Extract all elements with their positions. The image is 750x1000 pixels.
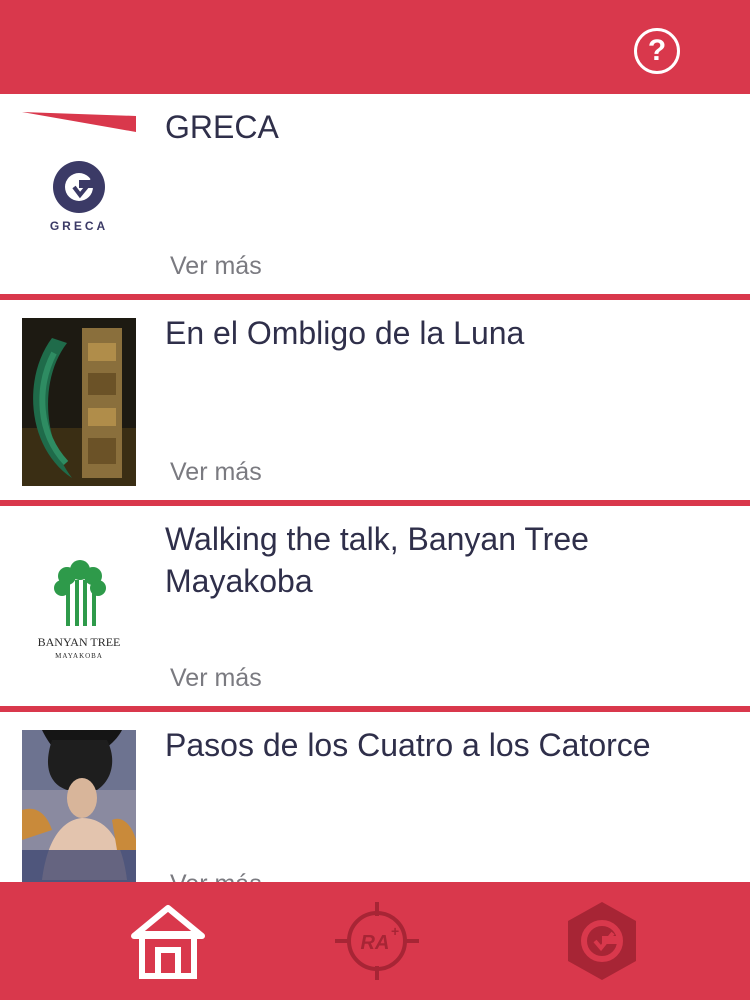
- item-title: GRECA: [165, 109, 279, 145]
- ver-mas-link[interactable]: Ver más: [170, 252, 262, 281]
- item-title: Walking the talk, Banyan Tree Mayakoba: [165, 521, 589, 599]
- top-app-bar: ?: [0, 0, 750, 94]
- greca-logo-icon[interactable]: [566, 900, 638, 982]
- home-icon[interactable]: [128, 900, 208, 982]
- banyan-logo-name: BANYAN TREE: [38, 635, 121, 649]
- item-title: En el Ombligo de la Luna: [165, 315, 525, 351]
- ver-mas-link[interactable]: Ver más: [170, 664, 262, 693]
- item-title: Pasos de los Cuatro a los Catorce: [165, 727, 651, 763]
- tab-augmented-reality[interactable]: RA +: [333, 900, 421, 982]
- greca-logo-thumbnail: GRECA: [22, 112, 136, 280]
- banyan-logo-place: MAYAKOBA: [55, 652, 103, 660]
- list-item[interactable]: Pasos de los Cuatro a los Catorce Ver má…: [0, 712, 750, 882]
- ver-mas-link[interactable]: Ver más: [170, 458, 262, 487]
- svg-text:+: +: [391, 923, 399, 939]
- list-item[interactable]: En el Ombligo de la Luna Ver más: [0, 300, 750, 506]
- ombligo-luna-thumbnail: [22, 318, 136, 486]
- content-list[interactable]: GRECA GRECA Ver más En el Ombligo de la …: [0, 94, 750, 882]
- ar-label: RA: [361, 932, 390, 954]
- list-item[interactable]: BANYAN TREE MAYAKOBA Walking the talk, B…: [0, 506, 750, 712]
- bottom-tab-bar: RA +: [0, 882, 750, 1000]
- pasos-painting-thumbnail: [22, 730, 136, 882]
- list-item[interactable]: GRECA GRECA Ver más: [0, 94, 750, 300]
- banyan-tree-logo-thumbnail: BANYAN TREE MAYAKOBA: [22, 524, 136, 692]
- ver-mas-link[interactable]: Ver más: [170, 870, 262, 882]
- help-question-icon[interactable]: ?: [634, 28, 680, 74]
- greca-logo-text: GRECA: [50, 219, 108, 233]
